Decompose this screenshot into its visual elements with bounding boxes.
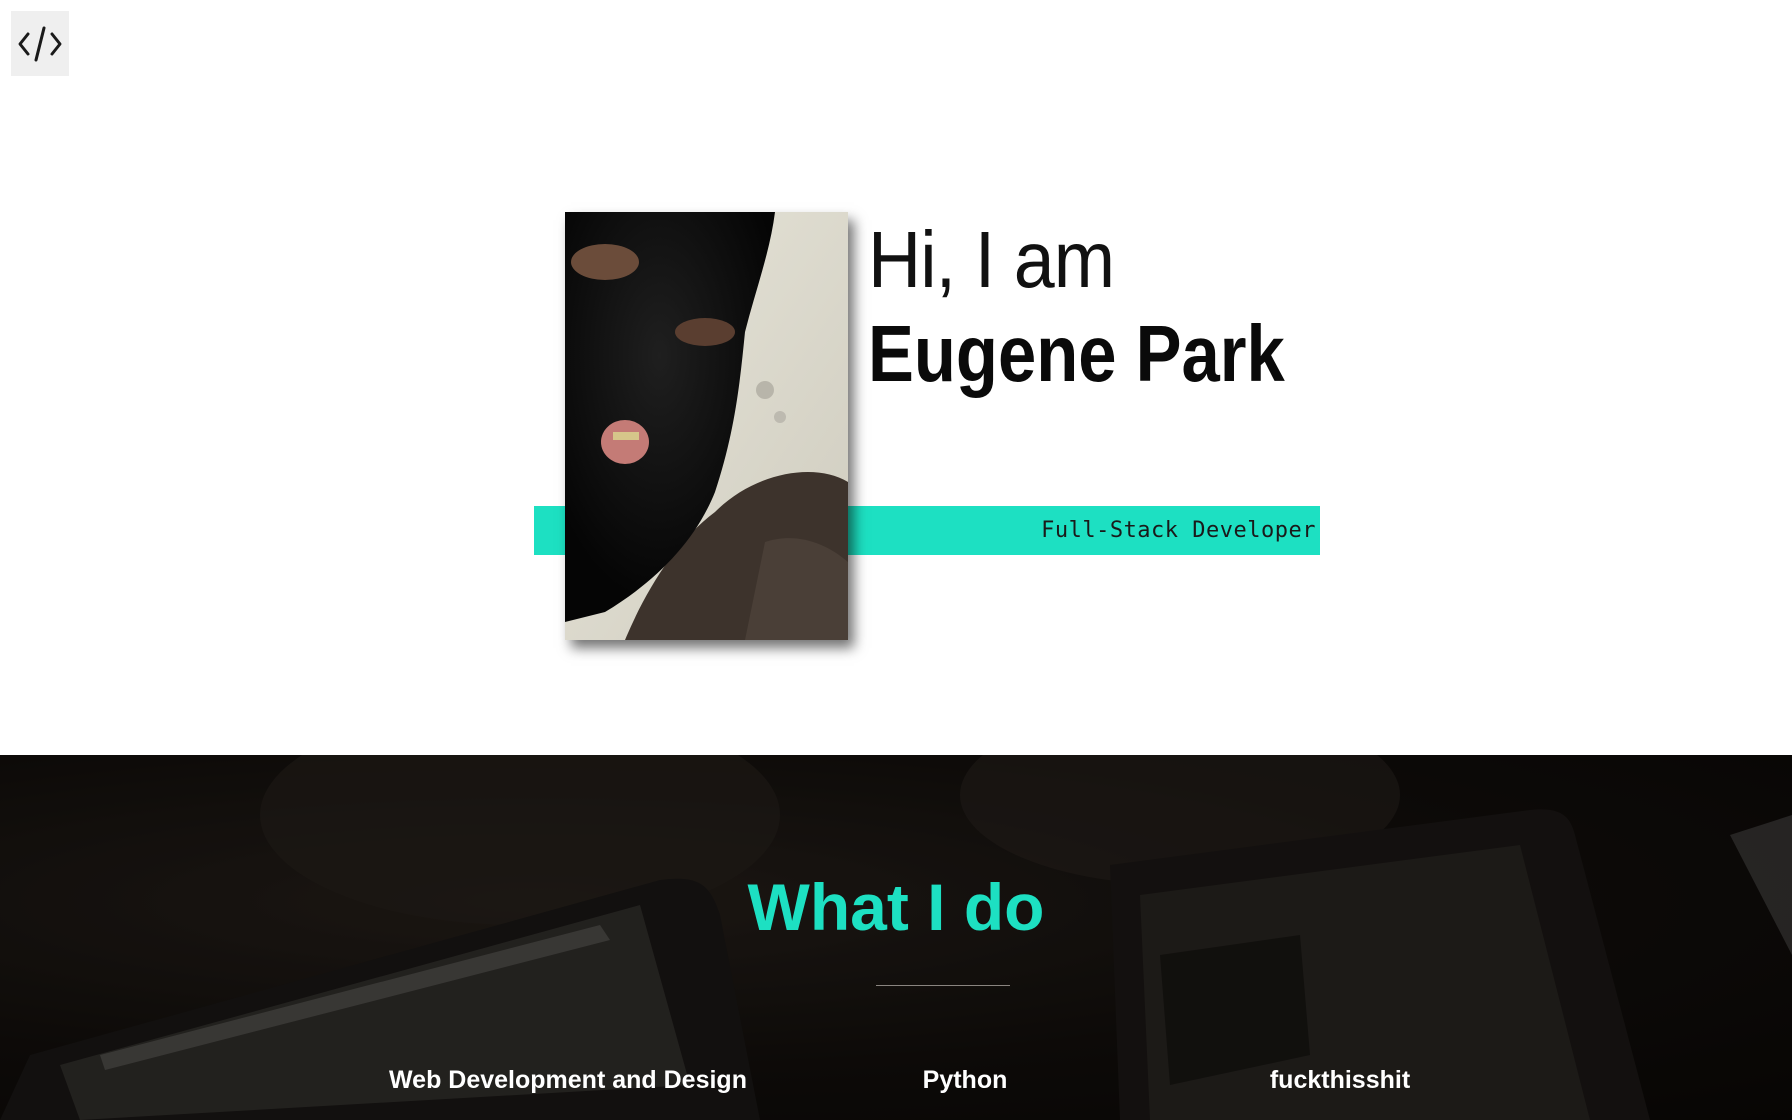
hero-section: Full-Stack Developer Hi, I am Eugene Par… (0, 0, 1792, 755)
service-item-web-development: Web Development and Design (389, 1066, 747, 1094)
profile-photo (565, 212, 848, 640)
service-item-python: Python (922, 1066, 1008, 1094)
service-item-third: fuckthisshit (1269, 1066, 1411, 1094)
developer-name: Eugene Park (868, 309, 1285, 398)
home-logo-button[interactable] (11, 11, 69, 76)
what-i-do-section: What I do Web Development and Design Pyt… (0, 755, 1792, 1120)
services-list: Web Development and Design Python fuckth… (0, 1060, 1792, 1100)
role-text: Full-Stack Developer (1041, 518, 1316, 543)
section-title: What I do (747, 870, 1045, 944)
code-icon (18, 26, 62, 61)
title-divider (876, 985, 1010, 986)
greeting-text: Hi, I am (868, 215, 1115, 304)
